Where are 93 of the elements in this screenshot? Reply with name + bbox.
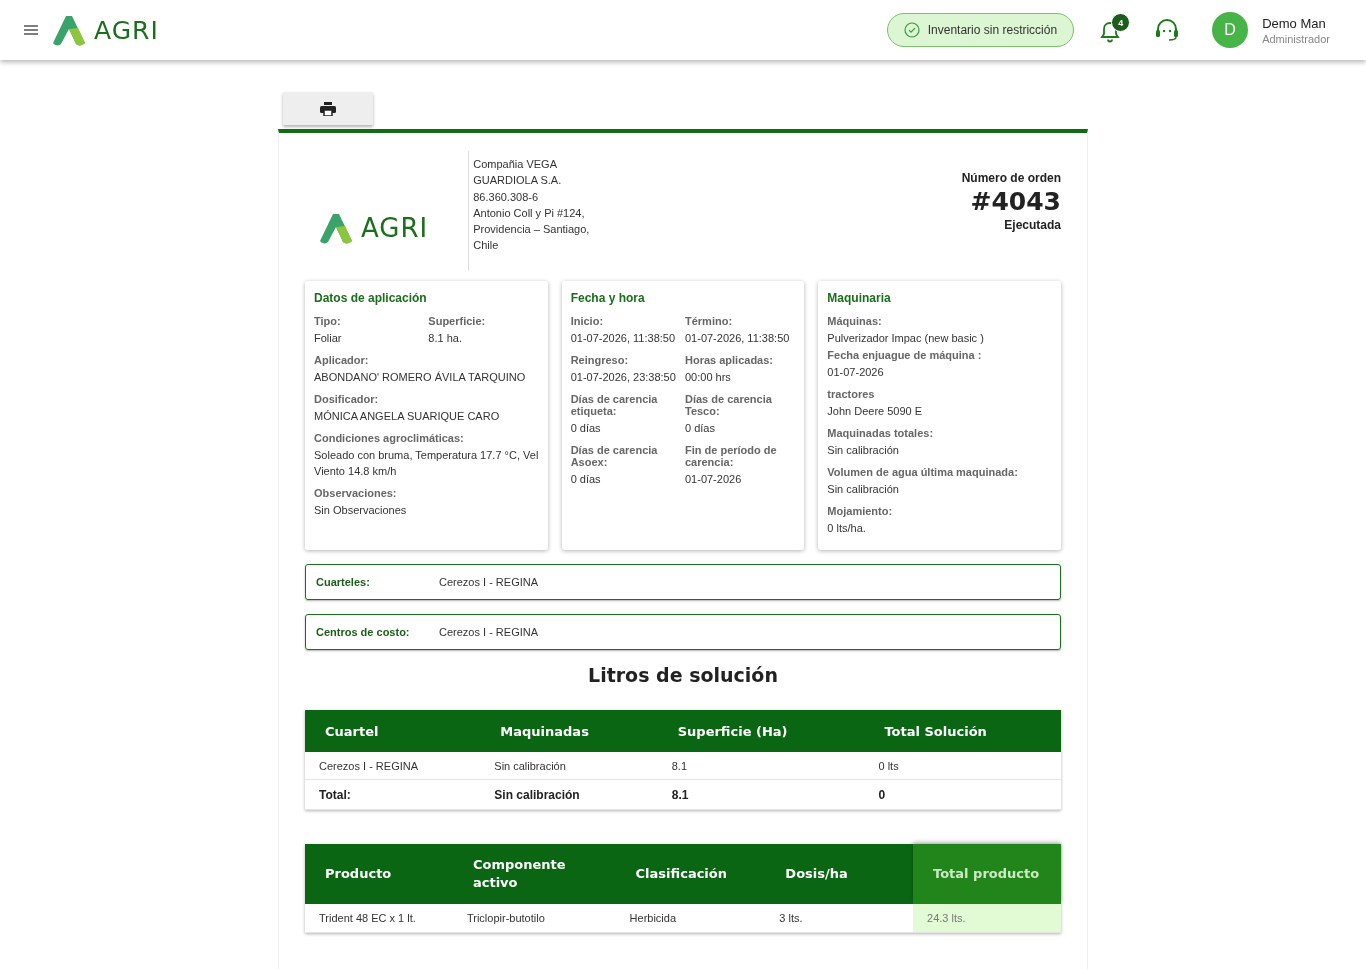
card-title: Fecha y hora [570, 291, 646, 305]
order-number: #4043 [970, 187, 1061, 216]
column-header: Clasificación [615, 844, 766, 904]
field-value: 01-07-2026, 23:38:50 [570, 370, 677, 385]
order-number-label: Número de orden [961, 171, 1061, 185]
field-label: Superficie: [428, 315, 487, 327]
field-value: 0 días [570, 472, 602, 487]
notifications-button[interactable]: 4 [1096, 13, 1131, 47]
field-label: Fin de período de carencia: [685, 444, 778, 468]
field-label: Días de carencia Tesco: [685, 393, 773, 417]
check-circle-icon [903, 22, 920, 38]
field-label: Tipo: [314, 315, 342, 327]
info-value: Cerezos I - REGINA [439, 576, 539, 588]
notification-count-badge: 4 [1111, 13, 1131, 32]
field-label: Reingreso: [570, 354, 630, 366]
field-value: 0 lts/ha. [827, 521, 867, 536]
field-label: Días de carencia Asoex: [570, 444, 659, 468]
field-label: Observaciones: [314, 487, 398, 499]
field-value: Pulverizador Impac (new basic ) [827, 331, 985, 346]
field-value: 00:00 hrs [685, 370, 732, 385]
field-label: Mojamiento: [827, 505, 894, 517]
brand-name: AGRI [94, 15, 159, 45]
table-cell: Triclopir-butotilo [452, 904, 616, 933]
field-value: 01-07-2026, 11:38:50 [685, 331, 791, 346]
total-cell: 0 [864, 779, 1061, 810]
column-header: Cuartel [305, 710, 481, 752]
field-label: Aplicador: [314, 354, 370, 366]
order-status: Ejecutada [1004, 218, 1061, 232]
field-value: 01-07-2026 [685, 472, 743, 487]
field-label: Término: [685, 315, 734, 327]
table-cell: 24.3 lts. [913, 904, 1061, 933]
field-label: Fecha enjuague de máquina : [827, 349, 983, 361]
column-header: Superficie (Ha) [657, 710, 865, 752]
card-title: Maquinaria [827, 291, 892, 305]
field-label: Condiciones agroclimáticas: [314, 432, 465, 444]
field-label: Inicio: [570, 315, 605, 327]
total-cell: 8.1 [657, 779, 865, 810]
field-value: Sin calibración [827, 482, 900, 497]
field-value: Soleado con bruma, Temperatura 17.7 °C, Vel Viento 14.8 km/h [314, 448, 539, 479]
column-header: Maquinadas [480, 710, 658, 752]
field-label: tractores [827, 388, 876, 400]
company-detail: Chile [473, 238, 500, 254]
table-cell: 8.1 [657, 752, 865, 780]
company-detail: 86.360.308-6 [473, 189, 540, 205]
field-label: Días de carencia etiqueta: [570, 393, 659, 417]
field-value: Foliar [314, 331, 343, 346]
column-header: Componente activo [452, 844, 616, 904]
printer-icon [320, 101, 336, 116]
menu-icon [24, 25, 38, 35]
total-cell: Total: [305, 779, 481, 810]
column-header: Total producto [913, 844, 1061, 904]
table-cell: Cerezos I - REGINA [305, 752, 481, 780]
field-label: Volumen de agua última maquinada: [827, 466, 1019, 478]
field-label: Maquinadas totales: [827, 427, 935, 439]
company-detail: GUARDIOLA S.A. [473, 173, 563, 189]
menu-button[interactable] [22, 23, 40, 37]
field-value: John Deere 5090 E [827, 404, 924, 419]
inventory-status-chip[interactable]: Inventario sin restricción [886, 13, 1075, 47]
table-cell: Trident 48 EC x 1 lt. [305, 904, 453, 933]
field-value: ABONDANO' ROMERO ÁVILA TARQUINO [314, 370, 527, 385]
user-role: Administrador [1262, 32, 1330, 45]
info-label: Cuarteles: [316, 576, 371, 588]
company-detail: Providencia – Santiago, [473, 222, 590, 238]
leaf-logo-icon [319, 211, 353, 245]
info-label: Centros de costo: [316, 626, 411, 638]
table-cell: Sin calibración [480, 752, 658, 780]
info-value: Cerezos I - REGINA [439, 626, 539, 638]
field-value: 8.1 ha. [428, 331, 463, 346]
field-value: Sin calibración [827, 443, 900, 458]
column-header: Producto [305, 844, 453, 904]
field-value: 0 días [570, 421, 602, 436]
field-label: Horas aplicadas: [685, 354, 775, 366]
field-value: Sin Observaciones [314, 503, 408, 518]
table-cell: 0 lts [864, 752, 1061, 780]
company-detail: Compañia VEGA [473, 157, 558, 172]
field-value: 0 días [685, 421, 716, 436]
headset-icon [1154, 18, 1181, 42]
column-header: Total Solución [864, 710, 1061, 752]
field-value: MÓNICA ANGELA SUARIQUE CARO [314, 409, 501, 424]
user-name: Demo Man [1262, 15, 1327, 31]
print-button[interactable] [283, 92, 373, 125]
company-logo-text: AGRI [361, 213, 429, 243]
column-header: Dosis/ha [765, 844, 914, 904]
field-label: Dosificador: [314, 393, 380, 405]
leaf-logo-icon [52, 13, 86, 47]
company-detail: Antonio Coll y Pi #124, [473, 205, 586, 221]
card-title: Datos de aplicación [314, 291, 428, 305]
field-label: Máquinas: [827, 315, 883, 327]
field-value: 01-07-2026 [827, 365, 885, 380]
section-title: Litros de solución [587, 664, 779, 686]
total-cell: Sin calibración [480, 779, 658, 810]
table-cell: Herbicida [615, 904, 766, 933]
field-value: 01-07-2026, 11:38:50 [570, 331, 677, 346]
